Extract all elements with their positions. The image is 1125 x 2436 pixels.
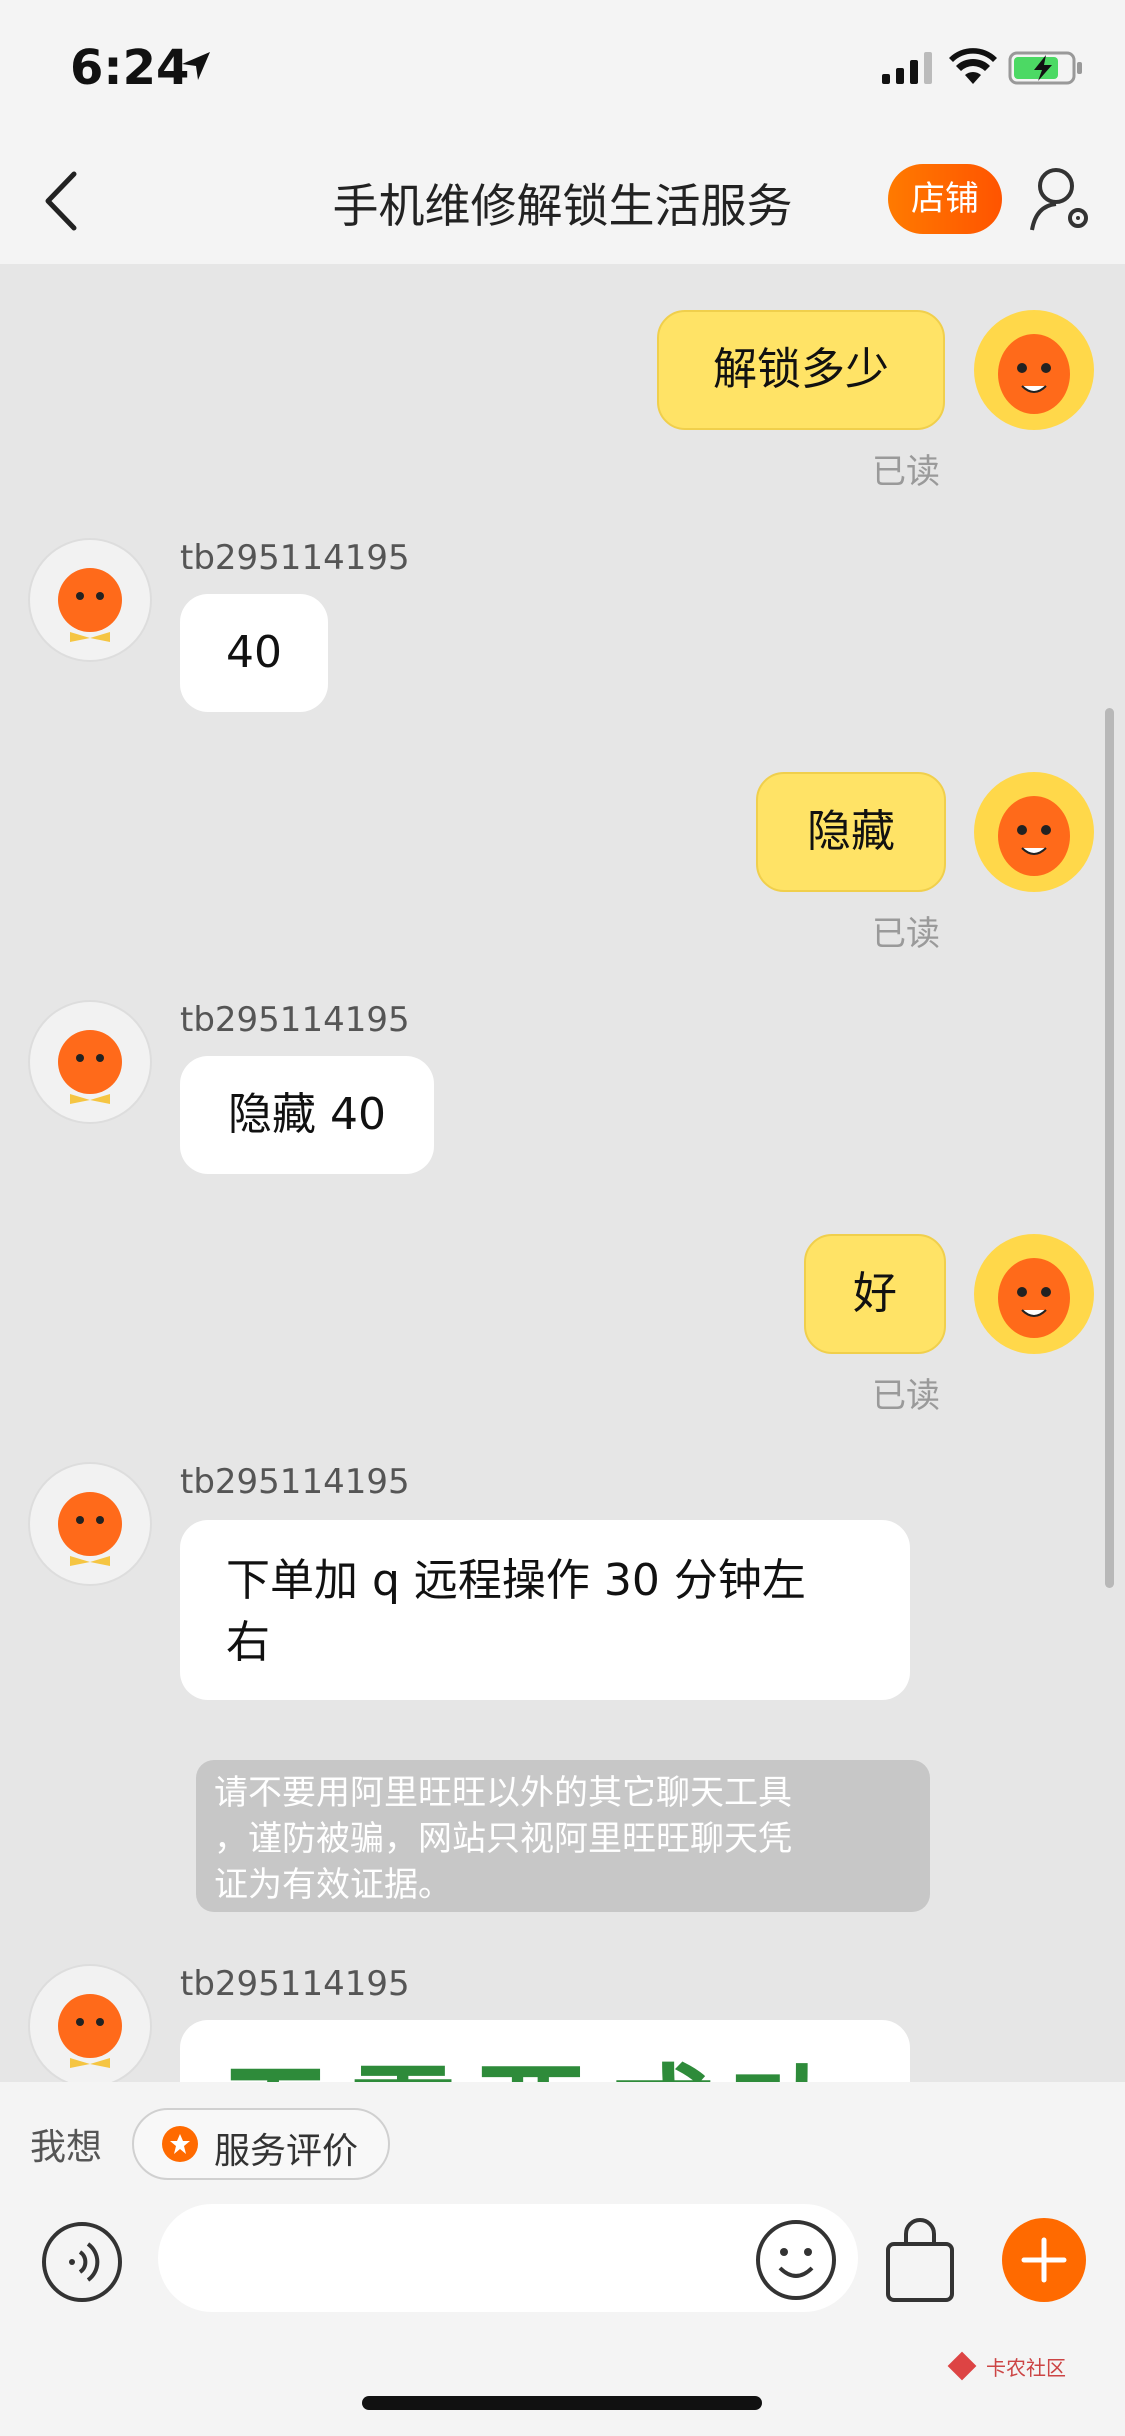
- message-bubble-incoming[interactable]: 隐藏 40: [180, 1056, 434, 1174]
- my-avatar[interactable]: [974, 310, 1094, 430]
- seller-avatar[interactable]: [30, 540, 150, 660]
- suggest-label: 我想: [30, 2127, 103, 2168]
- chip-label: 服务评价: [214, 2131, 359, 2172]
- notice-line: 请不要用阿里旺旺以外的其它聊天工具: [214, 1773, 792, 1813]
- cellular-signal-icon: [882, 52, 932, 84]
- chat-area[interactable]: 解锁多少 已读 tb295114195 40 隐藏 已读 tb295114195…: [0, 264, 1125, 2082]
- rating-icon: [162, 2126, 198, 2162]
- sender-name: tb295114195: [180, 1000, 410, 1040]
- watermark-logo-icon: [947, 2351, 977, 2381]
- plus-icon: [1021, 2237, 1067, 2283]
- message-text-line: 右: [226, 1617, 270, 1668]
- sender-name: tb295114195: [180, 1462, 410, 1502]
- message-image-bubble[interactable]: 无需要成功: [180, 2020, 910, 2082]
- watermark-text: 卡农社区: [986, 2356, 1066, 2380]
- message-text-line: 下单加 q 远程操作 30 分钟左: [226, 1555, 806, 1606]
- message-bubble-incoming[interactable]: 40: [180, 594, 328, 712]
- read-receipt: 已读: [872, 1376, 940, 1416]
- emoji-icon[interactable]: [754, 2218, 838, 2302]
- read-receipt: 已读: [872, 452, 940, 492]
- home-indicator[interactable]: [362, 2396, 762, 2410]
- message-bubble-incoming[interactable]: 下单加 q 远程操作 30 分钟左 右: [180, 1520, 910, 1700]
- user-settings-icon[interactable]: [1028, 162, 1092, 234]
- seller-avatar[interactable]: [30, 1002, 150, 1122]
- quick-suggest-bar: 我想 服务评价: [0, 2082, 1125, 2210]
- status-bar: 6:24: [0, 0, 1125, 140]
- location-arrow-icon: [182, 52, 210, 80]
- message-bubble-outgoing[interactable]: 解锁多少: [657, 310, 945, 430]
- notice-line: ，谨防被骗，网站只视阿里旺旺聊天凭: [214, 1819, 792, 1859]
- status-time: 6:24: [70, 40, 190, 96]
- my-avatar[interactable]: [974, 1234, 1094, 1354]
- service-rating-chip[interactable]: 服务评价: [132, 2108, 390, 2180]
- message-bubble-outgoing[interactable]: 隐藏: [756, 772, 946, 892]
- message-bubble-outgoing[interactable]: 好: [804, 1234, 946, 1354]
- shopping-bag-icon[interactable]: [882, 2214, 958, 2304]
- battery-charging-icon: [1008, 51, 1082, 85]
- message-input[interactable]: [158, 2204, 858, 2312]
- notice-line: 证为有效证据。: [214, 1865, 452, 1905]
- more-actions-button[interactable]: [1002, 2218, 1086, 2302]
- seller-avatar[interactable]: [30, 1966, 150, 2082]
- sender-name: tb295114195: [180, 538, 410, 578]
- my-avatar[interactable]: [974, 772, 1094, 892]
- wifi-icon: [949, 48, 997, 84]
- voice-input-icon[interactable]: [40, 2220, 124, 2304]
- chat-scrollbar[interactable]: [1105, 708, 1114, 1588]
- anti-fraud-notice: 请不要用阿里旺旺以外的其它聊天工具 ，谨防被骗，网站只视阿里旺旺聊天凭 证为有效…: [196, 1760, 930, 1912]
- seller-avatar[interactable]: [30, 1464, 150, 1584]
- sender-name: tb295114195: [180, 1964, 410, 2004]
- store-button[interactable]: 店铺: [888, 164, 1002, 234]
- nav-bar: 手机维修解锁生活服务 店铺: [0, 140, 1125, 264]
- read-receipt: 已读: [872, 914, 940, 954]
- image-text: 无需要成功: [220, 2028, 860, 2082]
